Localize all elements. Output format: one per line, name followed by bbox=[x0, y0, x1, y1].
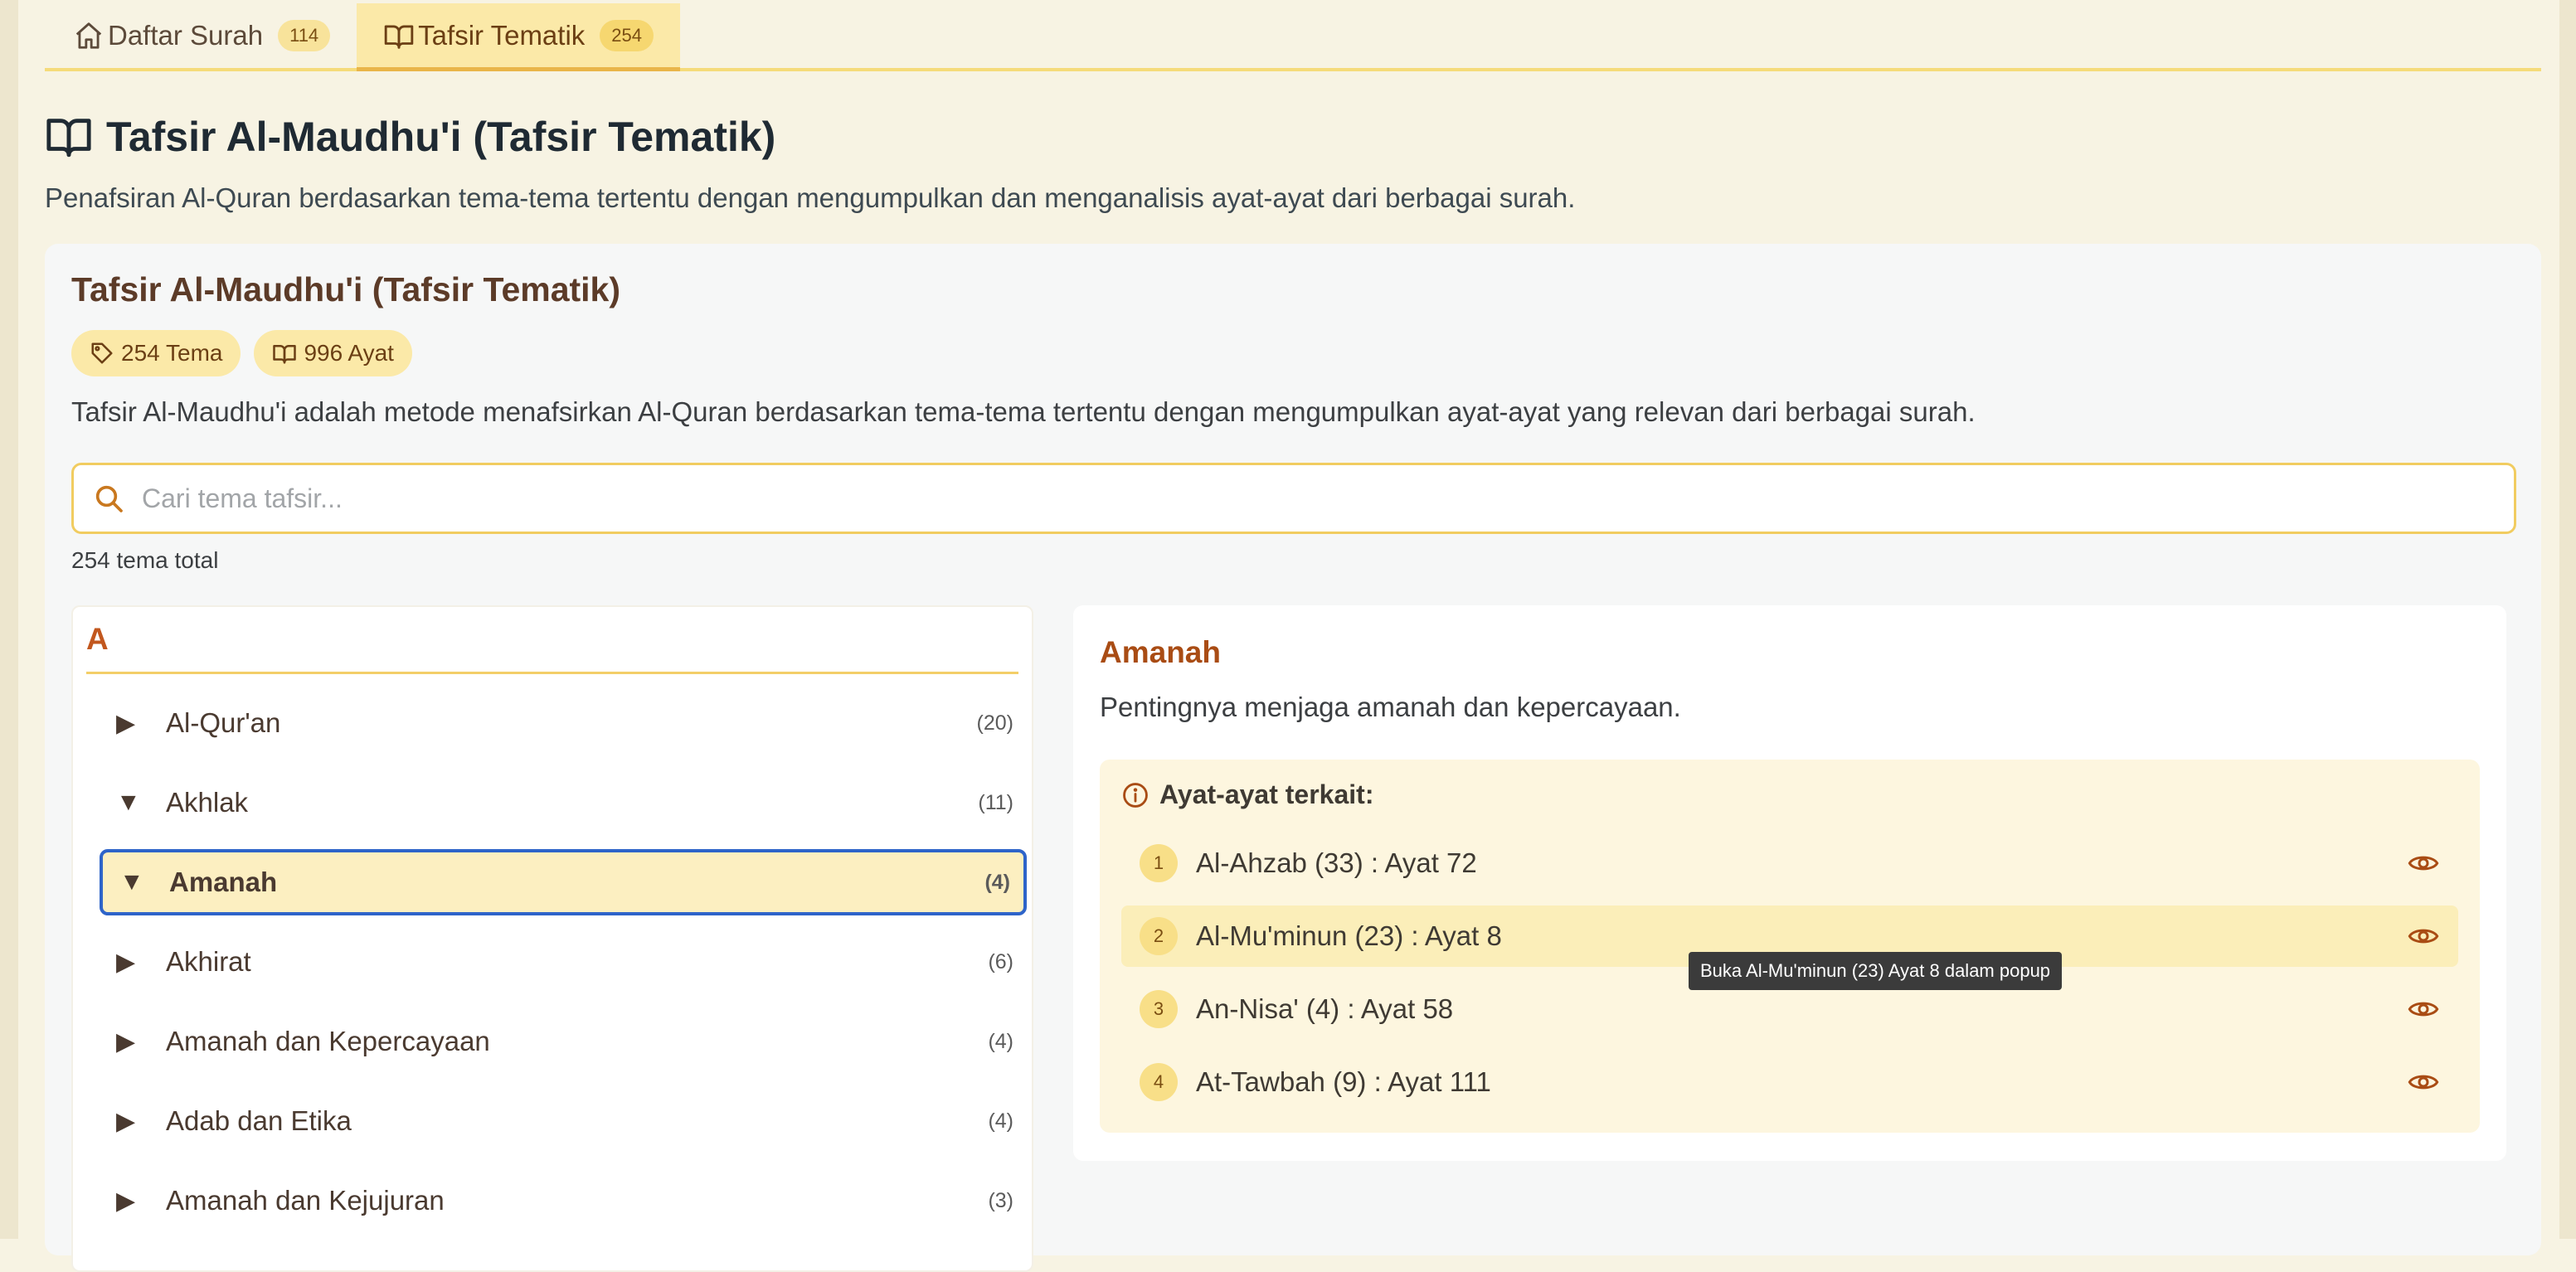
expand-arrow-icon: ▶ bbox=[116, 709, 136, 737]
topic-name: Amanah dan Kepercayaan bbox=[166, 1026, 490, 1056]
card-title: Tafsir Al-Maudhu'i (Tafsir Tematik) bbox=[71, 270, 621, 308]
book-open-icon bbox=[383, 20, 415, 51]
tema-count-chip: 254 Tema bbox=[71, 330, 241, 376]
search-input[interactable] bbox=[140, 482, 2466, 515]
topic-name: Adab dan Etika bbox=[166, 1105, 352, 1136]
right-edge bbox=[2559, 0, 2576, 1239]
topic-item[interactable]: ▼ Akhlak (11) bbox=[100, 770, 1027, 836]
detail-title: Amanah bbox=[1100, 635, 1221, 669]
left-edge bbox=[0, 0, 18, 1239]
tafsir-card: Tafsir Al-Maudhu'i (Tafsir Tematik) 254 … bbox=[45, 244, 2541, 1272]
card-description: Tafsir Al-Maudhu'i adalah metode menafsi… bbox=[71, 396, 1976, 427]
topic-item[interactable]: ▶ Al-Qur'an (20) bbox=[100, 690, 1027, 756]
verse-number-badge: 2 bbox=[1140, 917, 1178, 955]
topic-name: Akhirat bbox=[166, 946, 251, 977]
tab-count-badge: 114 bbox=[278, 20, 331, 51]
home-icon bbox=[73, 20, 104, 51]
verse-number-badge: 1 bbox=[1140, 844, 1178, 882]
verse-number-badge: 3 bbox=[1140, 990, 1178, 1028]
topic-name: Amanah dan Kejujuran bbox=[166, 1185, 445, 1216]
expand-arrow-icon: ▶ bbox=[116, 1027, 136, 1056]
topic-list: A ▶ Al-Qur'an (20) ▼ Akhlak (11) ▼ Amana… bbox=[71, 605, 1033, 1272]
tab-label: Daftar Surah bbox=[108, 20, 264, 51]
verses-heading-text: Ayat-ayat terkait: bbox=[1159, 779, 1374, 809]
eye-icon[interactable] bbox=[2407, 847, 2440, 880]
topic-item-selected[interactable]: ▼ Amanah (4) bbox=[100, 849, 1027, 915]
letter-divider bbox=[86, 672, 1018, 674]
collapse-arrow-icon: ▼ bbox=[116, 789, 141, 816]
tab-count-badge: 254 bbox=[600, 20, 654, 51]
verses-heading: Ayat-ayat terkait: bbox=[1121, 779, 1373, 810]
book-open-icon bbox=[272, 341, 297, 366]
tab-tafsir-tematik[interactable]: Tafsir Tematik 254 bbox=[357, 3, 681, 71]
verse-reference: Al-Mu'minun (23) : Ayat 8 bbox=[1196, 920, 1502, 951]
info-icon bbox=[1121, 781, 1149, 809]
eye-icon[interactable] bbox=[2407, 993, 2440, 1026]
topic-count: (4) bbox=[988, 1109, 1013, 1133]
ayat-count-chip: 996 Ayat bbox=[254, 330, 412, 376]
verse-reference: Al-Ahzab (33) : Ayat 72 bbox=[1196, 847, 1477, 878]
collapse-arrow-icon: ▼ bbox=[119, 868, 144, 896]
topic-item[interactable]: ▶ Amanah dan Kejujuran (3) bbox=[100, 1168, 1027, 1234]
topic-count: (20) bbox=[976, 711, 1013, 735]
topic-count: (6) bbox=[988, 949, 1013, 973]
topic-name: Amanah bbox=[169, 867, 278, 897]
topic-detail-panel: Amanah Pentingnya menjaga amanah dan kep… bbox=[1073, 605, 2506, 1161]
eye-icon[interactable] bbox=[2407, 920, 2440, 953]
verse-reference: At-Tawbah (9) : Ayat 111 bbox=[1196, 1066, 1491, 1097]
search-box bbox=[71, 463, 2516, 534]
page-title: Tafsir Al-Maudhu'i (Tafsir Tematik) bbox=[45, 113, 2541, 161]
verse-link[interactable]: 4 At-Tawbah (9) : Ayat 111 bbox=[1121, 1051, 2458, 1113]
tag-icon bbox=[90, 341, 114, 366]
stat-chips: 254 Tema 996 Ayat bbox=[71, 330, 412, 376]
topic-item[interactable]: ▶ Akhirat (6) bbox=[100, 929, 1027, 995]
topic-count: (4) bbox=[984, 870, 1010, 894]
book-open-icon bbox=[45, 113, 93, 161]
topic-item[interactable]: ▶ Adab dan Etika (4) bbox=[100, 1088, 1027, 1154]
eye-icon[interactable] bbox=[2407, 1066, 2440, 1099]
topic-total: 254 tema total bbox=[71, 547, 219, 573]
expand-arrow-icon: ▶ bbox=[116, 1107, 136, 1135]
tab-daftar-surah[interactable]: Daftar Surah 114 bbox=[45, 3, 357, 68]
page-title-text: Tafsir Al-Maudhu'i (Tafsir Tematik) bbox=[106, 114, 776, 160]
verse-reference: An-Nisa' (4) : Ayat 58 bbox=[1196, 993, 1454, 1024]
expand-arrow-icon: ▶ bbox=[116, 948, 136, 976]
expand-arrow-icon: ▶ bbox=[116, 1187, 136, 1215]
topic-count: (3) bbox=[988, 1188, 1013, 1212]
topic-name: Akhlak bbox=[166, 787, 249, 818]
chip-label: 254 Tema bbox=[121, 340, 223, 366]
related-verses-box: Ayat-ayat terkait: 1 Al-Ahzab (33) : Aya… bbox=[1100, 760, 2480, 1133]
topic-count: (4) bbox=[988, 1029, 1013, 1053]
chip-label: 996 Ayat bbox=[304, 340, 394, 366]
app-container: Daftar Surah 114 Tafsir Tematik 254 Tafs… bbox=[45, 0, 2541, 1272]
topic-name: Al-Qur'an bbox=[166, 707, 281, 738]
page-subtitle: Penafsiran Al-Quran berdasarkan tema-tem… bbox=[45, 182, 1576, 213]
letter-heading: A bbox=[86, 622, 109, 656]
tab-label: Tafsir Tematik bbox=[418, 20, 586, 51]
verse-popup-tooltip: Buka Al-Mu'minun (23) Ayat 8 dalam popup bbox=[1689, 952, 2063, 990]
search-icon bbox=[92, 482, 125, 515]
topic-count: (11) bbox=[978, 790, 1013, 814]
verse-link[interactable]: 1 Al-Ahzab (33) : Ayat 72 bbox=[1121, 833, 2458, 894]
topic-item[interactable]: ▶ Amanah dan Kepercayaan (4) bbox=[100, 1008, 1027, 1075]
verse-number-badge: 4 bbox=[1140, 1063, 1178, 1101]
tab-bar: Daftar Surah 114 Tafsir Tematik 254 bbox=[45, 0, 2541, 71]
detail-description: Pentingnya menjaga amanah dan kepercayaa… bbox=[1100, 692, 1681, 722]
